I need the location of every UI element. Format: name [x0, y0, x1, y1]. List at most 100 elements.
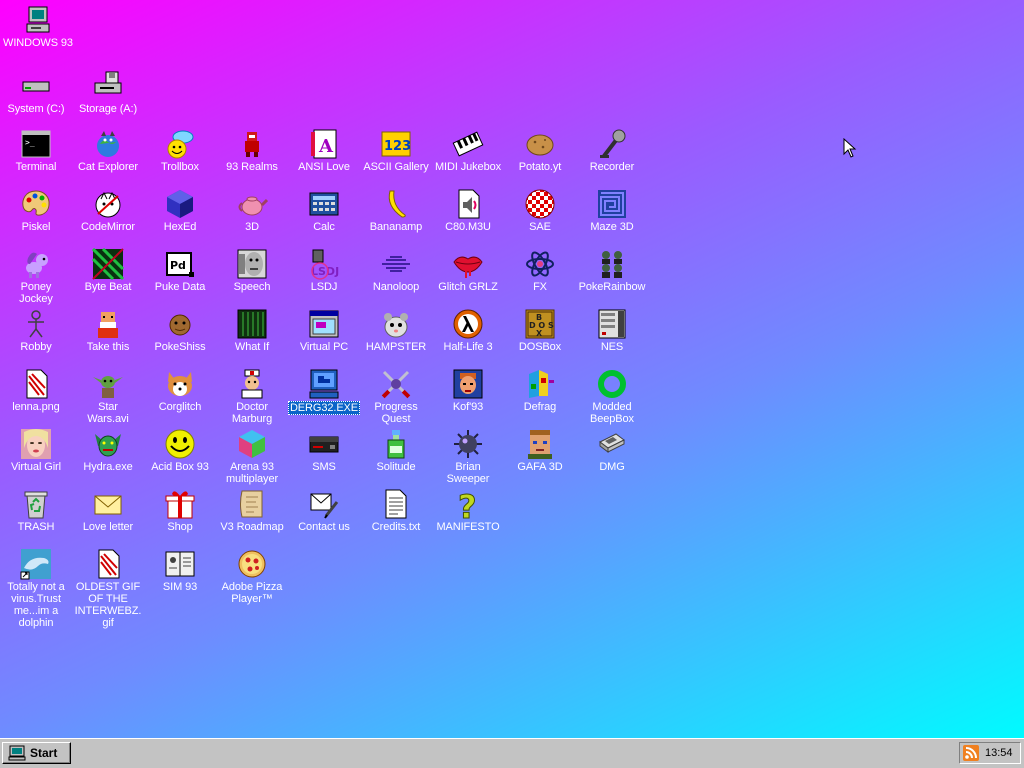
half-life-3-item[interactable]: Half-Life 3 [432, 308, 504, 353]
take-this-item[interactable]: Take this [72, 308, 144, 353]
group-characters-icon [596, 248, 628, 280]
adobe-pizza-item[interactable]: Adobe Pizza Player™ [216, 548, 288, 605]
dmg-item[interactable]: DMG [576, 428, 648, 473]
credits-txt-item[interactable]: Credits.txt [360, 488, 432, 533]
star-wars-avi-item[interactable]: Star Wars.avi [72, 368, 144, 425]
modded-beepbox-item[interactable]: Modded BeepBox [576, 368, 648, 425]
fx-item[interactable]: FX [504, 248, 576, 293]
derg32-exe-item[interactable]: DERG32.EXE [287, 368, 361, 415]
brian-sweeper-item[interactable]: Brian Sweeper [432, 428, 504, 485]
byte-beat-icon [92, 248, 124, 280]
byte-beat-label: Byte Beat [84, 281, 132, 293]
corglitch-item[interactable]: Corglitch [144, 368, 216, 413]
three-d-item[interactable]: 3D [216, 188, 288, 233]
virtual-pc-item[interactable]: Virtual PC [288, 308, 360, 353]
doctor-marburg-item[interactable]: Doctor Marburg [216, 368, 288, 425]
pokerainbow-item[interactable]: PokeRainbow [576, 248, 648, 293]
virtual-girl-item[interactable]: Virtual Girl [0, 428, 72, 473]
codemirror-item[interactable]: CodeMirror [72, 188, 144, 233]
c80-m3u-item[interactable]: C80.M3U [432, 188, 504, 233]
storage-drive-item[interactable]: Storage (A:) [72, 70, 144, 115]
system-drive-item[interactable]: System (C:) [0, 70, 72, 115]
dolphin-icon [20, 548, 52, 580]
ascii-gallery-item[interactable]: 123 ASCII Gallery [360, 128, 432, 173]
rss-feed-icon[interactable] [963, 745, 979, 761]
hamster-icon [380, 308, 412, 340]
kof93-item[interactable]: Kof'93 [432, 368, 504, 413]
manifesto-item[interactable]: ? MANIFESTO [432, 488, 504, 533]
windows93-icon-item[interactable]: WINDOWS 93 [2, 4, 74, 49]
desktop[interactable]: WINDOWS 93 System (C:) Storage (A:) >_ T… [0, 0, 1024, 738]
trash-item[interactable]: TRASH [0, 488, 72, 533]
girl-face-icon [20, 428, 52, 460]
speaking-face-icon [236, 248, 268, 280]
progress-quest-item[interactable]: Progress Quest [360, 368, 432, 425]
puke-data-item[interactable]: Pd Puke Data [144, 248, 216, 293]
nanoloop-item[interactable]: Nanoloop [360, 248, 432, 293]
terminal-item[interactable]: >_ Terminal [0, 128, 72, 173]
svg-text:A: A [318, 136, 334, 157]
calc-item[interactable]: Calc [288, 188, 360, 233]
pixel-face-icon [524, 428, 556, 460]
corgi-icon [164, 368, 196, 400]
robby-item[interactable]: Robby [0, 308, 72, 353]
speech-item[interactable]: Speech [216, 248, 288, 293]
lsdj-item[interactable]: LSDJ LSDJ [288, 248, 360, 293]
cat-explorer-item[interactable]: Cat Explorer [72, 128, 144, 173]
piskel-item[interactable]: Piskel [0, 188, 72, 233]
computer-icon [22, 4, 54, 36]
hexed-item[interactable]: HexEd [144, 188, 216, 233]
acid-box-93-item[interactable]: Acid Box 93 [144, 428, 216, 473]
sms-item[interactable]: SMS [288, 428, 360, 473]
doctor-marburg-label: Doctor Marburg [231, 401, 273, 425]
crossed-swords-icon [380, 368, 412, 400]
hard-drive-icon [20, 70, 52, 102]
piskel-label: Piskel [21, 221, 51, 233]
lenna-png-label: lenna.png [12, 401, 60, 413]
poney-jockey-label: Poney Jockey [19, 281, 53, 305]
byte-beat-item[interactable]: Byte Beat [72, 248, 144, 293]
glitch-grlz-item[interactable]: Glitch GRLZ [432, 248, 504, 293]
realms93-item[interactable]: 93 Realms [216, 128, 288, 173]
what-if-item[interactable]: What If [216, 308, 288, 353]
lsdj-label: LSDJ [310, 281, 338, 293]
love-letter-item[interactable]: Love letter [72, 488, 144, 533]
hampster-item[interactable]: HAMPSTER [360, 308, 432, 353]
arena-93-item[interactable]: Arena 93 multiplayer [216, 428, 288, 485]
shop-label: Shop [167, 521, 193, 533]
recorder-label: Recorder [589, 161, 635, 173]
nes-item[interactable]: NES [576, 308, 648, 353]
sim93-label: SIM 93 [162, 581, 198, 593]
teapot-icon [236, 188, 268, 220]
solitude-label: Solitude [376, 461, 416, 473]
lenna-png-item[interactable]: lenna.png [0, 368, 72, 413]
solitude-item[interactable]: Solitude [360, 428, 432, 473]
sae-item[interactable]: SAE [504, 188, 576, 233]
gafa-3d-item[interactable]: GAFA 3D [504, 428, 576, 473]
hydra-exe-item[interactable]: Hydra.exe [72, 428, 144, 473]
midi-jukebox-item[interactable]: MIDI Jukebox [432, 128, 504, 173]
oldest-gif-item[interactable]: OLDEST GIF OF THE INTERWEBZ. gif [72, 548, 144, 629]
pokeshiss-item[interactable]: PokeShiss [144, 308, 216, 353]
parchment-map-icon [236, 488, 268, 520]
v3-roadmap-label: V3 Roadmap [220, 521, 284, 533]
bananamp-item[interactable]: Bananamp [360, 188, 432, 233]
sim93-item[interactable]: SIM 93 [144, 548, 216, 593]
sae-label: SAE [529, 221, 551, 233]
poney-jockey-item[interactable]: Poney Jockey [0, 248, 72, 305]
contact-us-item[interactable]: Contact us [288, 488, 360, 533]
potato-yt-item[interactable]: Potato.yt [504, 128, 576, 173]
maze-3d-item[interactable]: Maze 3D [576, 188, 648, 233]
letter-a-icon: A [308, 128, 340, 160]
shop-item[interactable]: Shop [144, 488, 216, 533]
love-letter-label: Love letter [82, 521, 134, 533]
dolphin-item[interactable]: Totally not a virus.Trust me...im a dolp… [0, 548, 72, 629]
v3-roadmap-item[interactable]: V3 Roadmap [216, 488, 288, 533]
dosbox-item[interactable]: BD O SX DOSBox [504, 308, 576, 353]
gift-box-icon [164, 488, 196, 520]
ansi-love-item[interactable]: A ANSI Love [288, 128, 360, 173]
defrag-item[interactable]: Defrag [504, 368, 576, 413]
start-button[interactable]: Start [2, 742, 71, 764]
recorder-item[interactable]: Recorder [576, 128, 648, 173]
trollbox-item[interactable]: Trollbox [144, 128, 216, 173]
